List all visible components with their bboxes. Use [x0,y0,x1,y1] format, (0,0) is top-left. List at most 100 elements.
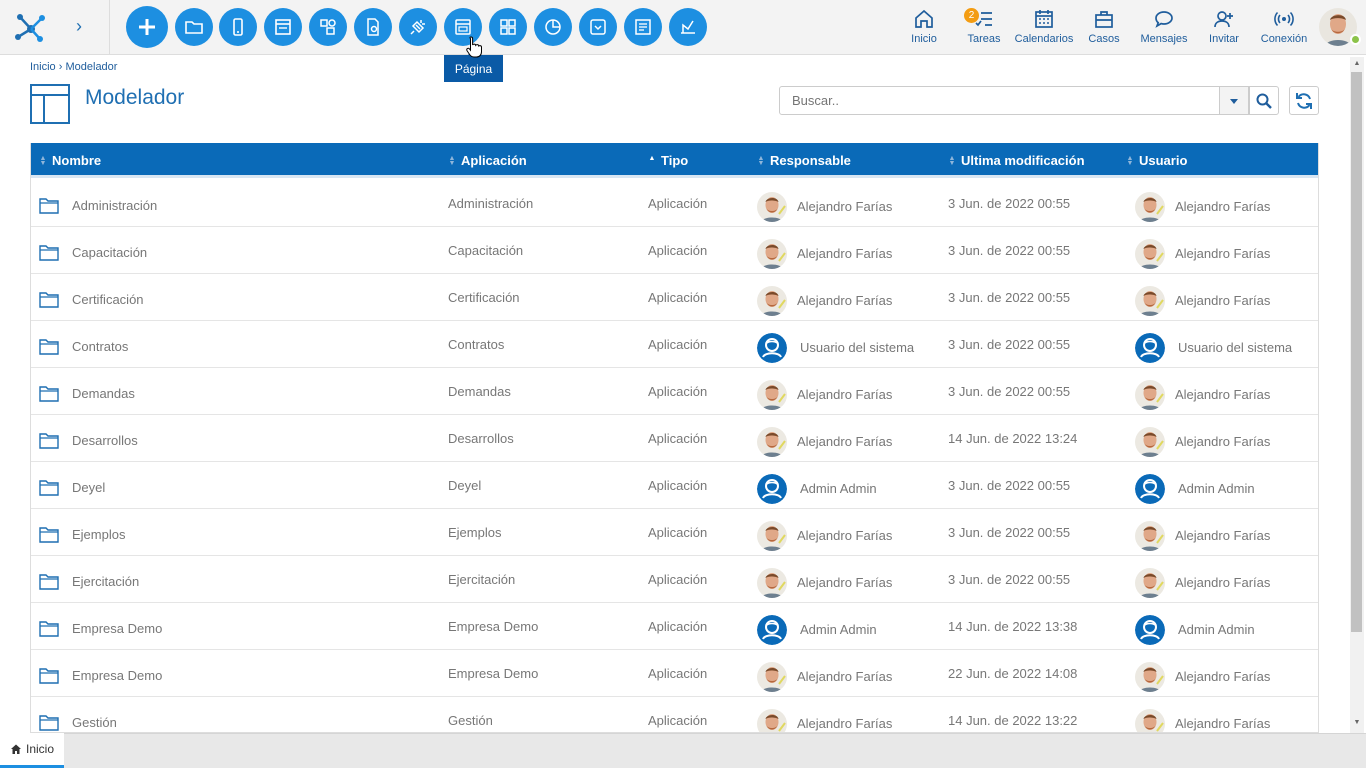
cell-nombre[interactable]: Demandas [39,370,135,417]
cell-responsable: Admin Admin [757,465,877,512]
column-header-usuario[interactable]: ▲ ▼ Usuario [1126,143,1188,178]
nav-calendarios[interactable]: Calendarios [1014,8,1074,48]
folder-icon [39,715,59,731]
cell-nombre[interactable]: Certificación [39,276,144,323]
nav-tareas[interactable]: Tareas 2 [964,8,1004,48]
column-header-tipo[interactable]: ▲ Tipo [648,143,689,178]
search-input[interactable] [779,86,1220,115]
cell-nombre[interactable]: Deyel [39,464,105,511]
nav-casos[interactable]: Casos [1084,8,1124,48]
integration-button[interactable] [399,8,437,46]
cell-ultima-modificacion: 3 Jun. de 2022 00:55 [948,525,1071,540]
cell-ultima-modificacion: 3 Jun. de 2022 00:55 [948,290,1071,305]
models-table: ▲ ▼ Nombre ▲ ▼ Aplicación ▲ Tipo ▲ ▼ Responsab… [30,143,1319,733]
scroll-down-arrow-icon[interactable]: ▼ [1352,719,1362,729]
cell-responsable: Alejandro Farías [757,512,892,559]
breadcrumb-current[interactable]: Modelador [65,61,117,73]
refresh-button[interactable] [1289,86,1319,115]
form-button[interactable] [264,8,302,46]
scroll-up-arrow-icon[interactable]: ▲ [1352,60,1362,70]
table-row[interactable]: Ejemplos Ejemplos Aplicación Alejandro Farí… [31,509,1318,559]
row-name: Ejemplos [72,527,126,542]
dashboard-button[interactable] [489,8,527,46]
deyel-logo-icon[interactable] [13,9,49,45]
cell-usuario: Alejandro Farías [1135,653,1270,700]
folder-icon [39,198,59,214]
cell-aplicacion: Certificación [448,290,520,305]
cell-responsable: Usuario del sistema [757,324,914,371]
scrollbar-thumb[interactable] [1351,72,1362,632]
column-header-nombre[interactable]: ▲ ▼ Nombre [39,143,102,178]
cell-nombre[interactable]: Ejemplos [39,511,125,558]
nav-label: Conexión [1260,33,1308,45]
nav-invitar[interactable]: Invitar [1204,8,1244,48]
system-user-icon [757,473,787,504]
column-header-ultima-modificacion[interactable]: ▲ ▼ Ultima modificación [948,143,1085,178]
cell-nombre[interactable]: Capacitación [39,229,147,276]
nav-inicio[interactable]: Inicio [904,8,944,48]
table-row[interactable]: Empresa Demo Empresa Demo Aplicación Alejan… [31,650,1318,700]
table-row[interactable]: Ejercitación Ejercitación Aplicación Alejan… [31,556,1318,606]
folder-button[interactable] [175,8,213,46]
cell-ultima-modificacion: 22 Jun. de 2022 14:08 [948,666,1078,681]
table-row[interactable]: Contratos Contratos Aplicación Usuario del … [31,321,1318,371]
cell-nombre[interactable]: Desarrollos [39,417,138,464]
folder-icon [39,527,59,543]
nav-mensajes[interactable]: Mensajes [1138,8,1190,48]
folder-icon [39,433,59,449]
row-name: Desarrollos [72,433,138,448]
home-icon [915,9,933,28]
search-button[interactable] [1249,86,1279,115]
cell-nombre[interactable]: Administración [39,182,157,229]
search-icon [1256,93,1272,109]
table-row[interactable]: Gestión Gestión Aplicación Alejandro Farías… [31,697,1318,732]
cell-nombre[interactable]: Empresa Demo [39,605,162,652]
cell-usuario: Alejandro Farías [1135,512,1270,559]
rule-button[interactable] [354,8,392,46]
process-button[interactable] [669,8,707,46]
system-user-icon [1135,332,1165,363]
document-gear-icon [367,18,379,36]
value-list-button[interactable] [579,8,617,46]
expand-chevron-icon[interactable]: › [76,16,90,38]
folder-icon [39,621,59,637]
cell-tipo: Aplicación [648,431,708,446]
table-row[interactable]: Administración Administración Aplicación Al… [31,180,1318,229]
user-photo-icon [1135,285,1165,316]
cell-responsable: Alejandro Farías [757,700,892,732]
page-tooltip: Página [444,50,503,82]
cell-tipo: Aplicación [648,384,708,399]
add-button[interactable] [126,6,168,48]
table-row[interactable]: Deyel Deyel Aplicación Admin Admin 3 Jun. de… [31,462,1318,512]
table-row[interactable]: Desarrollos Desarrollos Aplicación Alejandr… [31,415,1318,464]
cell-ultima-modificacion: 14 Jun. de 2022 13:38 [948,619,1078,634]
cell-ultima-modificacion: 14 Jun. de 2022 13:24 [948,431,1078,446]
row-name: Empresa Demo [72,668,163,683]
cell-nombre[interactable]: Empresa Demo [39,652,162,699]
search-options-button[interactable] [1219,86,1249,115]
cell-aplicacion: Capacitación [448,243,524,258]
cell-nombre[interactable]: Contratos [39,323,128,370]
table-row[interactable]: Certificación Certificación Aplicación Alej… [31,274,1318,324]
cell-usuario: Alejandro Farías [1135,559,1270,606]
folder-icon [39,668,59,684]
page-title: Modelador [85,86,185,109]
report-button[interactable] [624,8,662,46]
column-header-aplicacion[interactable]: ▲ ▼ Aplicación [448,143,527,178]
chart-button[interactable] [534,8,572,46]
cell-responsable: Alejandro Farías [757,277,892,324]
mobile-button[interactable] [219,8,257,46]
entity-button[interactable] [309,8,347,46]
cell-ultima-modificacion: 14 Jun. de 2022 13:22 [948,713,1078,728]
table-row[interactable]: Empresa Demo Empresa Demo Aplicación Admin … [31,603,1318,652]
cell-nombre[interactable]: Ejercitación [39,558,139,605]
cell-nombre[interactable]: Gestión [39,699,117,732]
table-row[interactable]: Demandas Demandas Aplicación Alejandro Farí… [31,368,1318,417]
table-row[interactable]: Capacitación Capacitación Aplicación Alejan… [31,227,1318,276]
invite-user-icon [1214,11,1233,28]
row-name: Ejercitación [72,574,140,589]
breadcrumb-home[interactable]: Inicio [30,61,56,73]
nav-conexion[interactable]: Conexión [1258,8,1310,48]
tab-inicio[interactable]: Inicio [0,733,64,768]
column-header-responsable[interactable]: ▲ ▼ Responsable [757,143,851,178]
